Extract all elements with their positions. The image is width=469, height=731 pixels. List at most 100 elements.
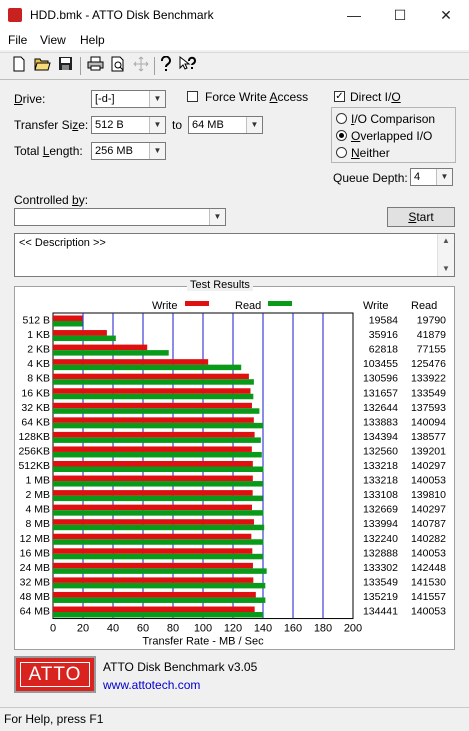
category-label: 512 B (23, 315, 50, 327)
close-button[interactable]: ✕ (423, 0, 469, 30)
menu-file[interactable]: File (8, 33, 27, 47)
read-bar (53, 364, 242, 371)
help-icon[interactable] (156, 55, 176, 76)
write-bar (53, 533, 252, 540)
write-value: 134441 (363, 606, 398, 618)
x-tick-label: 120 (224, 623, 242, 635)
read-value: 141557 (411, 591, 446, 603)
x-tick-label: 180 (314, 623, 332, 635)
category-label: 32 MB (20, 576, 50, 588)
scroll-down-icon[interactable]: ▼ (438, 262, 454, 276)
total-length-value: 256 MB (95, 145, 133, 157)
read-bar (53, 379, 254, 385)
read-bar (53, 553, 264, 560)
transfer-from-select[interactable]: 512 B ▼ (91, 116, 166, 134)
transfer-rate-chart: Write Read Write Read 512 B 19584 19790 1 KB 359… (18, 300, 446, 648)
status-text: For Help, press F1 (4, 712, 104, 726)
write-bar (53, 548, 253, 554)
chevron-down-icon: ▼ (246, 117, 262, 133)
minimize-button[interactable]: — (331, 0, 377, 30)
x-tick-label: 60 (137, 623, 149, 635)
controlled-by-label: Controlled by: (14, 193, 89, 207)
category-label: 32 KB (21, 402, 50, 414)
print-preview-icon[interactable] (108, 56, 128, 76)
write-bar (53, 330, 107, 336)
write-bar (53, 446, 252, 452)
chevron-down-icon: ▼ (149, 91, 165, 107)
write-bar (53, 562, 253, 569)
read-bar (53, 568, 267, 574)
x-tick-label: 160 (284, 623, 302, 635)
write-value: 133108 (363, 489, 398, 501)
read-bar (53, 539, 264, 545)
overlapped-io-radio[interactable] (336, 130, 347, 141)
chevron-down-icon: ▼ (209, 209, 225, 225)
scroll-up-icon[interactable]: ▲ (438, 234, 454, 248)
atto-logo: ATTO (14, 656, 96, 693)
category-label: 1 KB (27, 329, 50, 341)
category-label: 4 KB (27, 358, 50, 370)
drive-select[interactable]: [-d-] ▼ (91, 90, 166, 108)
read-bar (53, 393, 254, 400)
description-box[interactable]: << Description >> ▲ ▼ (14, 233, 455, 277)
transfer-to-label: to (172, 118, 183, 132)
write-bar (53, 606, 255, 612)
x-tick-label: 80 (167, 623, 179, 635)
test-results-panel: Write Read Write Read 512 B 19584 19790 1 KB 359… (14, 286, 455, 650)
transfer-from-value: 512 B (95, 119, 124, 131)
category-label: 8 MB (25, 518, 50, 530)
write-value: 132669 (363, 504, 398, 516)
write-bar (53, 315, 83, 321)
read-value: 140297 (411, 460, 446, 472)
category-label: 16 KB (21, 387, 50, 399)
write-bar (53, 461, 253, 467)
force-write-checkbox[interactable] (187, 91, 198, 102)
queue-depth-label: Queue Depth: (333, 171, 408, 185)
controlled-by-select[interactable]: ▼ (14, 208, 226, 226)
read-column-header: Read (411, 300, 437, 312)
force-write-label: Force Write Access (205, 90, 309, 104)
direct-io-checkbox[interactable]: ✓ (334, 91, 345, 102)
io-comparison-radio[interactable] (336, 113, 347, 124)
write-value: 133218 (363, 460, 398, 472)
queue-depth-select[interactable]: 4 ▼ (410, 168, 453, 186)
legend-read-label: Read (235, 300, 261, 312)
write-value: 135219 (363, 591, 398, 603)
description-scrollbar[interactable]: ▲ ▼ (437, 234, 454, 276)
website-link[interactable]: www.attotech.com (103, 678, 200, 692)
status-bar: For Help, press F1 (0, 707, 469, 731)
write-bar (53, 402, 252, 409)
write-bar (53, 490, 253, 496)
save-icon[interactable] (55, 56, 75, 76)
neither-label: Neither (351, 146, 390, 160)
context-help-icon[interactable] (178, 55, 198, 76)
write-value: 133302 (363, 562, 398, 574)
maximize-button[interactable]: ☐ (377, 0, 423, 30)
read-bar (53, 612, 264, 618)
open-icon[interactable] (32, 56, 52, 76)
footer: ATTO ATTO Disk Benchmark v3.05 www.attot… (14, 654, 455, 700)
write-bar (53, 344, 148, 351)
x-tick-label: 0 (50, 623, 56, 635)
neither-radio[interactable] (336, 147, 347, 158)
write-bar (53, 504, 253, 511)
category-label: 128KB (18, 431, 50, 443)
read-value: 140053 (411, 606, 446, 618)
read-value: 140094 (411, 416, 446, 428)
new-icon[interactable] (9, 56, 29, 76)
menu-bar: File View Help (0, 30, 469, 50)
transfer-to-select[interactable]: 64 MB ▼ (188, 116, 263, 134)
transfer-size-label: Transfer Size: (14, 118, 89, 132)
x-tick-label: 100 (194, 623, 212, 635)
print-icon[interactable] (85, 56, 105, 76)
category-label: 2 KB (27, 344, 50, 356)
write-value: 131657 (363, 387, 398, 399)
move-icon[interactable] (131, 56, 151, 76)
app-icon (8, 8, 22, 22)
menu-view[interactable]: View (40, 33, 66, 47)
total-length-select[interactable]: 256 MB ▼ (91, 142, 166, 160)
menu-help[interactable]: Help (80, 33, 105, 47)
title-bar: HDD.bmk - ATTO Disk Benchmark — ☐ ✕ (0, 0, 469, 30)
start-button[interactable]: Start (387, 207, 455, 227)
x-tick-label: 200 (344, 623, 362, 635)
